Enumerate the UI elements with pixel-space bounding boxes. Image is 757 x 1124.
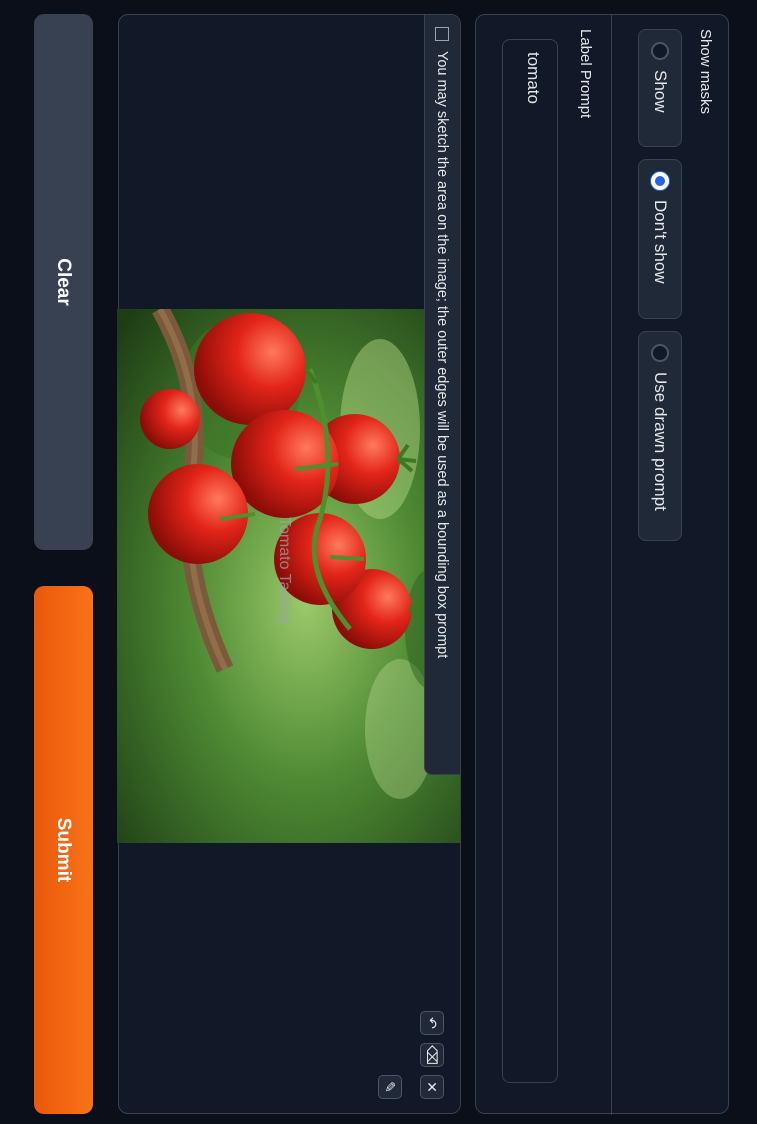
sketch-hint-text: You may sketch the area on the image; th… [434, 51, 451, 659]
radio-dont-show-indicator[interactable] [651, 172, 669, 190]
image-icon [435, 27, 450, 41]
radio-use-drawn-prompt-label: Use drawn prompt [651, 372, 670, 511]
options-divider [611, 15, 612, 1115]
radio-use-drawn-prompt-indicator[interactable] [651, 344, 669, 362]
show-masks-label: Show masks [697, 29, 714, 115]
radio-use-drawn-prompt[interactable]: Use drawn prompt [638, 331, 682, 541]
submit-button[interactable]: Submit [34, 586, 93, 1114]
close-icon[interactable]: ✕ [420, 1075, 444, 1099]
options-panel: Show masks Show Don't show Use drawn pro… [475, 14, 729, 1115]
label-prompt-label: Label Prompt [577, 29, 594, 119]
eraser-icon[interactable]: ⌫ [420, 1043, 444, 1067]
radio-show-indicator[interactable] [651, 42, 669, 60]
image-editor[interactable]: Tomato Tasting You may sketch the area o… [117, 14, 461, 1114]
radio-dont-show[interactable]: Don't show [638, 159, 682, 319]
tomato-image[interactable]: Tomato Tasting [117, 309, 460, 843]
radio-show-label: Show [651, 70, 670, 113]
radio-dont-show-label: Don't show [651, 200, 670, 284]
image-watermark: Tomato Tasting [276, 517, 293, 625]
sketch-hint: You may sketch the area on the image; th… [424, 15, 460, 775]
label-prompt-input[interactable]: tomato [502, 39, 558, 1083]
undo-icon[interactable]: ↶ [420, 1011, 444, 1035]
radio-show[interactable]: Show [638, 29, 682, 147]
window-edge [749, 0, 757, 1124]
label-prompt-value: tomato [524, 52, 543, 104]
clear-button[interactable]: Clear [34, 14, 93, 550]
brush-icon[interactable]: ✎ [378, 1075, 402, 1099]
